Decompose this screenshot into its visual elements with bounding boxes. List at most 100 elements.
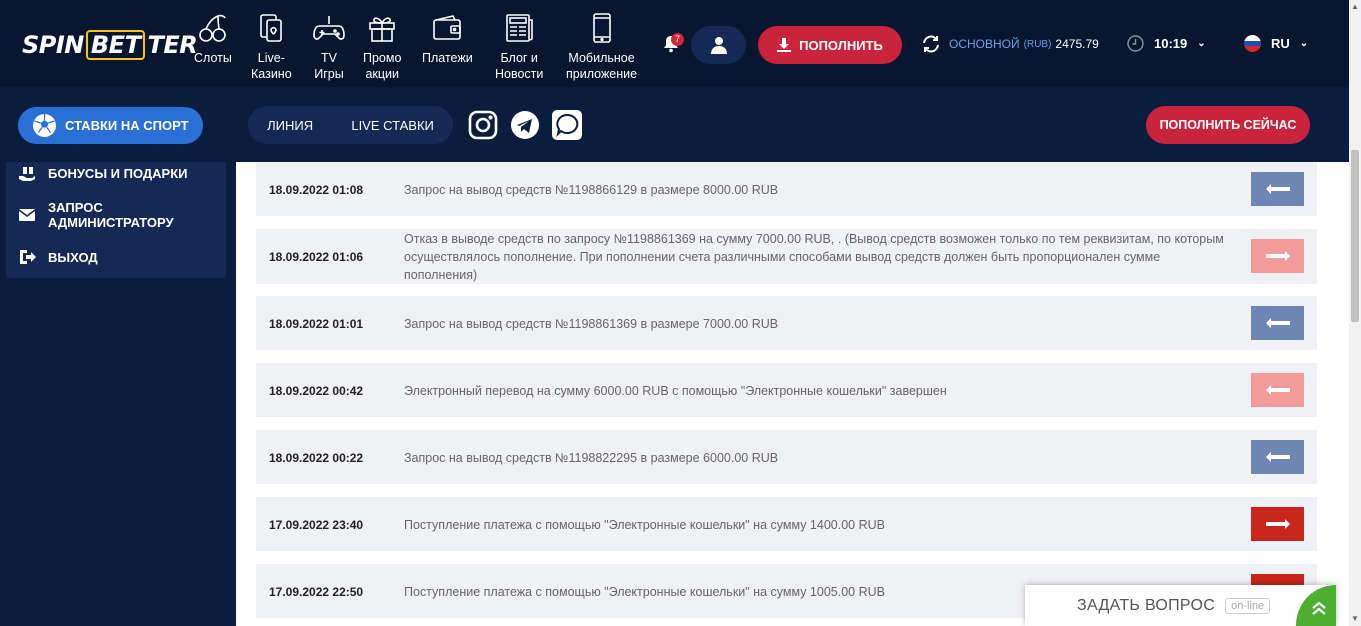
nav-label: акции [365,67,399,81]
time-display[interactable]: 10:19 ⌄ [1127,35,1206,52]
chevron-down-icon: ⌄ [1197,38,1206,49]
nav-label: TV [321,51,337,65]
russia-flag-icon [1244,35,1261,52]
nav-label: Новости [495,67,544,81]
transaction-date: 18.09.2022 01:01 [269,317,364,331]
deposit-now-button[interactable]: ПОПОЛНИТЬ СЕЙЧАС [1146,106,1310,144]
language-selector[interactable]: RU ⌄ [1244,35,1308,52]
nav-slots[interactable]: Слоты [194,12,232,66]
spinbetter-logo[interactable]: SPIN BET TER [22,30,198,60]
cherries-icon [199,14,226,42]
ask-question-label[interactable]: ЗАДАТЬ ВОПРОС [1077,597,1215,615]
refresh-icon[interactable] [921,34,941,54]
sidebar-item-label: БОНУСЫ И ПОДАРКИ [48,165,188,181]
transaction-description: Поступление платежа с помощью "Электронн… [404,518,885,532]
logout-icon [20,250,36,264]
balance-amount: 2475.79 [1055,37,1099,51]
sport-bets-button[interactable]: СТАВКИ НА СПОРТ [18,107,203,144]
download-icon [777,38,792,52]
arrow-right-icon [1251,507,1304,541]
logo-text-ter: TER [147,31,198,59]
nav-label: Live- [257,51,285,65]
scroll-thumb[interactable] [1351,150,1359,322]
nav-payments[interactable]: Платежи [422,12,473,66]
tab-line[interactable]: ЛИНИЯ [267,118,313,133]
nav-label: приложение [566,67,638,81]
balance-selector[interactable]: ОСНОВНОЙ (RUB) 2475.79 [921,34,1099,54]
nav-mobile-app[interactable]: Мобильное приложение [566,12,637,82]
transaction-description: Запрос на вывод средств №1198822295 в ра… [404,451,779,465]
logo-text-spin: SPIN [22,31,84,59]
transaction-date: 18.09.2022 00:22 [269,451,364,465]
online-status-badge: on-line [1225,597,1271,614]
nav-blog[interactable]: Блог и Новости [495,12,543,82]
sidebar-item-label: ЗАПРОС АДМИНИСТРАТОРУ [48,200,174,230]
user-icon [710,37,727,54]
transaction-date: 18.09.2022 01:08 [269,183,364,197]
arrow-left-icon [1251,440,1304,474]
cards-icon [260,14,283,42]
phone-icon [592,13,611,43]
transaction-history: 18.09.2022 01:08 Запрос на вывод средств… [236,162,1349,626]
transaction-date: 18.09.2022 00:42 [269,384,364,398]
nav-live-casino[interactable]: Live- Казино [251,12,292,82]
scroll-down-arrow-icon[interactable]: ▼ [1351,614,1359,623]
arrow-left-icon [1251,373,1304,407]
deposit-button[interactable]: ПОПОЛНИТЬ [758,26,902,64]
nav-label: Казино [251,67,292,81]
transaction-description: Запрос на вывод средств №1198861369 в ра… [404,317,779,331]
transaction-row: 18.09.2022 00:22 Запрос на вывод средств… [256,430,1317,484]
nav-label: Слоты [194,51,232,65]
nav-tv-games[interactable]: TV Игры [313,12,345,82]
newspaper-icon [506,14,533,42]
transaction-row: 17.09.2022 23:40 Поступление платежа с п… [256,497,1317,551]
user-profile-button[interactable] [691,26,746,64]
language-label: RU [1271,36,1290,51]
transaction-date: 18.09.2022 01:06 [269,250,364,264]
nav-label: Мобильное [568,51,635,65]
double-chevron-up-icon [1312,601,1326,615]
deposit-label: ПОПОЛНИТЬ [799,37,883,53]
scroll-up-arrow-icon[interactable]: ▲ [1351,2,1359,11]
instagram-icon[interactable] [468,110,498,140]
transaction-date: 17.09.2022 23:40 [269,518,364,532]
secondary-header: СТАВКИ НА СПОРТ ЛИНИЯ LIVE СТАВКИ ПОПОЛН… [0,87,1349,162]
transaction-date: 17.09.2022 22:50 [269,585,364,599]
clock-icon [1127,35,1144,52]
sidebar-item-logout[interactable]: ВЫХОД [18,248,98,266]
nav-label: Промо [363,51,402,65]
transaction-row: 18.09.2022 01:06 Отказ в выводе средств … [256,229,1317,284]
gift-hand-icon [19,164,35,181]
sport-bets-label: СТАВКИ НА СПОРТ [65,118,189,133]
envelope-icon [18,209,36,221]
sidebar-item-admin-request[interactable]: ЗАПРОС АДМИНИСТРАТОРУ [18,200,174,230]
sidebar-item-bonuses[interactable]: БОНУСЫ И ПОДАРКИ [18,164,188,182]
transaction-row: 18.09.2022 00:42 Электронный перевод на … [256,363,1317,417]
transaction-description: Отказ в выводе средств по запросу №11988… [404,232,1224,282]
telegram-icon[interactable] [510,110,540,140]
nav-promo[interactable]: Промо акции [363,12,401,82]
account-sidebar: БОНУСЫ И ПОДАРКИ ЗАПРОС АДМИНИСТРАТОРУ В… [6,162,226,278]
transaction-row: 18.09.2022 01:08 Запрос на вывод средств… [256,162,1317,216]
wallet-icon [433,15,462,40]
nav-label: Платежи [422,51,473,65]
logo-text-bet: BET [85,30,146,60]
sidebar-item-label: ВЫХОД [48,249,98,265]
page-scrollbar[interactable]: ▲ ▼ [1349,0,1361,626]
tab-live-bets[interactable]: LIVE СТАВКИ [351,118,434,133]
nav-label: Блог и [500,51,538,65]
balance-label: ОСНОВНОЙ [949,37,1020,51]
sidebar-item-label-line2: АДМИНИСТРАТОРУ [48,215,174,230]
top-header: SPIN BET TER Слоты Live- Казино TV Игры Пр… [0,0,1349,87]
bet-tabs: ЛИНИЯ LIVE СТАВКИ [248,106,453,144]
chevron-down-icon: ⌄ [1299,38,1309,49]
gamepad-icon [313,16,345,40]
arrow-right-icon [1251,239,1304,273]
time-value: 10:19 [1154,36,1188,51]
transaction-description: Запрос на вывод средств №1198866129 в ра… [404,183,779,197]
chat-expand-button[interactable] [1296,585,1336,626]
chat-bubble-icon[interactable] [552,110,582,140]
support-chat-widget[interactable]: ЗАДАТЬ ВОПРОС on-line [1025,585,1336,626]
transaction-row: 18.09.2022 01:01 Запрос на вывод средств… [256,296,1317,350]
nav-label: Игры [314,67,344,81]
